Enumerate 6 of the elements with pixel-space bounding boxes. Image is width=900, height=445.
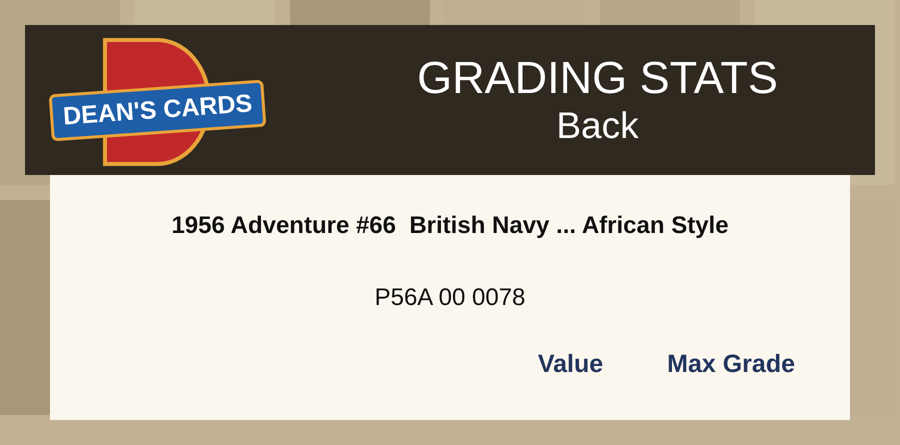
- page-subtitle: Back: [556, 104, 639, 148]
- page-title: GRADING STATS: [417, 52, 778, 104]
- stat-link[interactable]: Value: [538, 350, 604, 379]
- cert-number: P56A 00 0078: [374, 284, 526, 312]
- card-title: 1956 Adventure #66 British Navy ... African Style: [171, 212, 729, 240]
- stat-link[interactable]: Max Grade: [667, 350, 795, 379]
